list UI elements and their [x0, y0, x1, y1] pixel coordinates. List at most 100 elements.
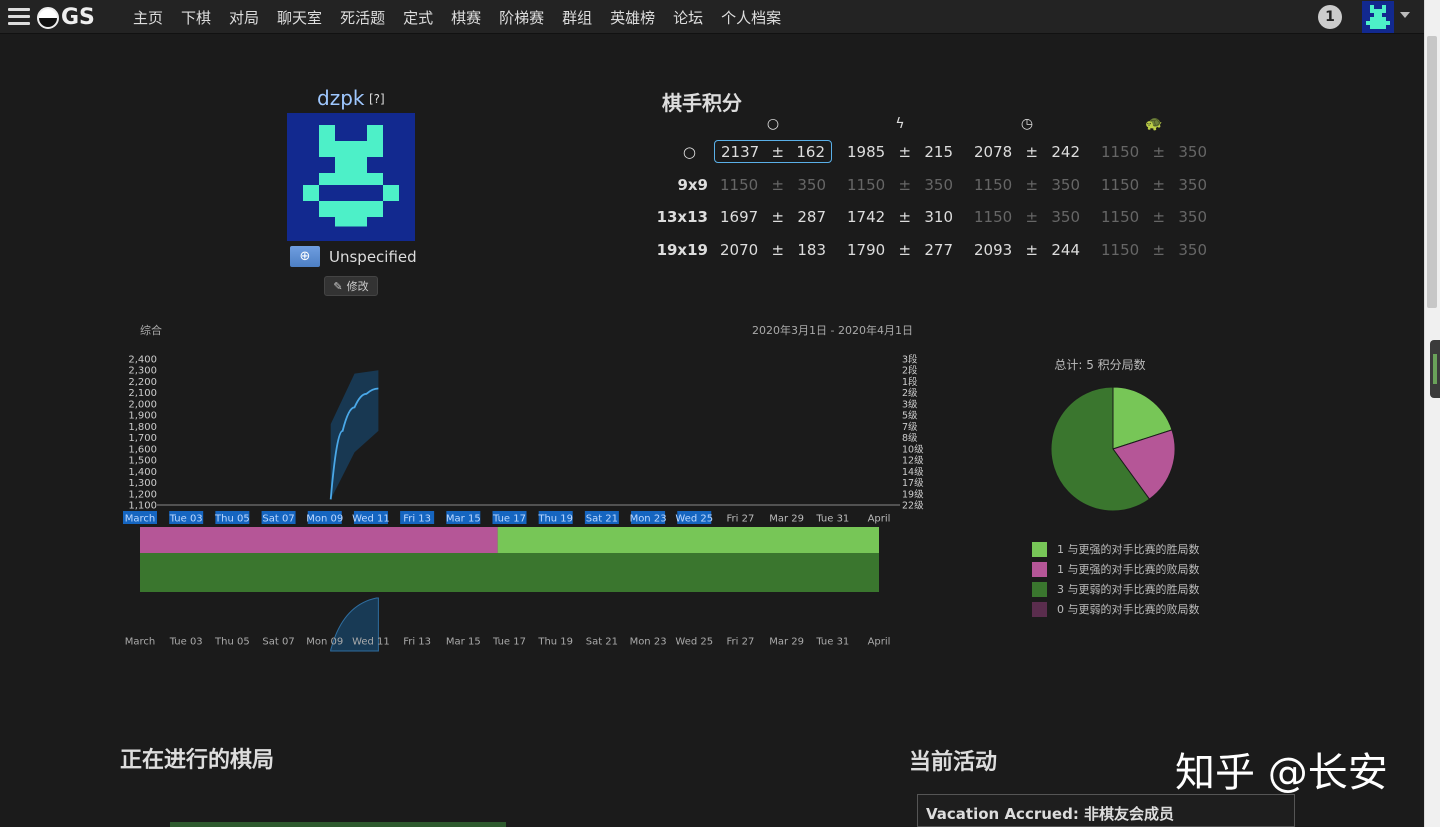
nav-item-5[interactable]: 定式	[394, 7, 442, 28]
rating-cell[interactable]: 1150 ±350	[714, 176, 832, 194]
rank-tick-label: 8级	[902, 432, 918, 444]
x-tick-label: Sat 21	[586, 514, 618, 525]
nav-item-7[interactable]: 阶梯赛	[490, 7, 553, 28]
rating-deviation: 215	[924, 143, 953, 161]
rank-tick-label: 10级	[902, 443, 924, 455]
nav-item-9[interactable]: 英雄榜	[601, 7, 664, 28]
username[interactable]: dzpk	[317, 86, 364, 110]
rating-deviation: 350	[1178, 241, 1207, 259]
nav-item-10[interactable]: 论坛	[664, 7, 712, 28]
rating-deviation: 162	[796, 142, 825, 161]
y-tick-label: 1,100	[128, 501, 157, 512]
navigator-tick-label: Thu 05	[214, 637, 250, 648]
nav-item-3[interactable]: 聊天室	[268, 7, 331, 28]
rank-tick-label: 3段	[902, 354, 918, 366]
rating-cell[interactable]: 1150 ±350	[841, 176, 959, 194]
nav-item-2[interactable]: 对局	[220, 7, 268, 28]
navigator-tick-label: Mar 15	[446, 637, 481, 648]
user-avatar-icon[interactable]	[1362, 1, 1394, 33]
blitz-icon: ϟ	[895, 116, 905, 132]
live-icon: ◷	[1020, 116, 1034, 132]
rating-cell[interactable]: 2093 ±244	[968, 241, 1086, 259]
y-tick-label: 1,500	[128, 456, 157, 467]
legend-label: 0 与更弱的对手比赛的败局数	[1057, 603, 1200, 616]
legend-item: 0 与更弱的对手比赛的败局数	[1032, 601, 1200, 617]
rating-deviation: 183	[797, 241, 826, 259]
x-tick-label: Mar 15	[446, 514, 481, 525]
rating-cell[interactable]: 2137 ±162	[714, 140, 832, 163]
pencil-icon: ✎	[333, 279, 343, 293]
rating-value: 1150	[847, 176, 886, 194]
rating-deviation: 350	[924, 176, 953, 194]
rating-row-label: 9x9	[677, 176, 708, 194]
activity-item-text: Vacation Accrued: 非棋友会成员	[926, 805, 1175, 823]
rating-cell[interactable]: 1150 ±350	[1095, 176, 1213, 194]
activity-item[interactable]: Vacation Accrued: 非棋友会成员	[917, 794, 1295, 827]
edit-label: 修改	[346, 280, 369, 293]
rank-tick-label: 22级	[902, 500, 924, 512]
ogs-logo[interactable]: GS	[37, 5, 95, 30]
rating-cell[interactable]: 1150 ±350	[968, 176, 1086, 194]
nav-item-8[interactable]: 群组	[553, 7, 601, 28]
edit-profile-button[interactable]: ✎ 修改	[324, 276, 378, 296]
help-link[interactable]: [?]	[369, 92, 385, 106]
profile-avatar-icon	[287, 113, 415, 241]
rank-tick-label: 17级	[902, 477, 924, 489]
navigator-tick-label: Wed 25	[675, 637, 713, 648]
scrollbar-thumb[interactable]	[1427, 36, 1437, 308]
plus-minus: ±	[1025, 208, 1039, 226]
rating-cell[interactable]: 1742 ±310	[841, 208, 959, 226]
notification-badge[interactable]: 1	[1318, 5, 1342, 29]
rating-cell[interactable]: 2070 ±183	[714, 241, 832, 259]
x-tick-label: Mar 29	[769, 514, 804, 525]
rating-cell[interactable]: 1150 ±350	[968, 208, 1086, 226]
nav-item-11[interactable]: 个人档案	[712, 7, 790, 28]
current-activity-title: 当前活动	[909, 750, 998, 775]
ongoing-games-title: 正在进行的棋局	[120, 748, 275, 773]
y-tick-label: 1,800	[128, 422, 157, 433]
rating-cell[interactable]: 1790 ±277	[841, 241, 959, 259]
rating-cell[interactable]: 1697 ±287	[714, 208, 832, 226]
nav-item-0[interactable]: 主页	[124, 7, 172, 28]
y-tick-label: 1,600	[128, 444, 157, 455]
nav-item-6[interactable]: 棋赛	[442, 7, 490, 28]
plus-minus: ±	[898, 241, 912, 259]
rating-deviation: 242	[1051, 143, 1080, 161]
rating-chart[interactable]: 1,1001,2001,3001,4001,5001,6001,7001,800…	[0, 340, 940, 660]
menu-icon[interactable]	[8, 8, 30, 26]
watermark: 知乎 @长安	[1175, 750, 1388, 796]
rating-deviation: 244	[1051, 241, 1080, 259]
logo-text: GS	[61, 5, 95, 30]
navigator-tick-label: Mar 29	[769, 637, 804, 648]
y-tick-label: 2,000	[128, 399, 157, 410]
x-tick-label: Fri 27	[727, 514, 755, 525]
rating-value: 1985	[847, 143, 886, 161]
app-window: GS 主页 下棋 对局 聊天室 死活题 定式 棋赛 阶梯赛 群组 英雄榜 论坛 个人档案 1 dzpk…	[0, 0, 1440, 827]
game-thumbnail-strip[interactable]	[170, 822, 506, 827]
x-tick-label: Mon 23	[630, 514, 667, 525]
side-panel-tab[interactable]	[1430, 340, 1440, 398]
correspondence-icon: 🐢	[1145, 116, 1163, 132]
chevron-down-icon[interactable]	[1400, 12, 1410, 18]
rank-tick-label: 1段	[902, 376, 918, 388]
rating-cell[interactable]: 1150 ±350	[1095, 143, 1213, 161]
x-tick-label: Tue 17	[492, 514, 526, 525]
rating-cell[interactable]: 1150 ±350	[1095, 208, 1213, 226]
nav-item-4[interactable]: 死活题	[331, 7, 394, 28]
legend-item: 1 与更强的对手比赛的胜局数	[1032, 541, 1200, 557]
ratings-title: 棋手积分	[662, 91, 742, 115]
legend-swatch	[1032, 561, 1047, 577]
legend-label: 1 与更强的对手比赛的胜局数	[1057, 543, 1200, 556]
chart-date-range[interactable]: 2020年3月1日 - 2020年4月1日	[752, 322, 913, 338]
navigator-tick-label: March	[125, 637, 155, 648]
nav-item-1[interactable]: 下棋	[172, 7, 220, 28]
rating-value: 1150	[1101, 208, 1140, 226]
rating-value: 1742	[847, 208, 886, 226]
rating-cell[interactable]: 2078 ±242	[968, 143, 1086, 161]
rating-cell[interactable]: 1985 ±215	[841, 143, 959, 161]
rating-value: 1150	[974, 208, 1013, 226]
y-tick-label: 2,200	[128, 377, 157, 388]
rating-cell[interactable]: 1150 ±350	[1095, 241, 1213, 259]
rank-tick-label: 3级	[902, 398, 918, 410]
rating-deviation: 287	[797, 208, 826, 226]
